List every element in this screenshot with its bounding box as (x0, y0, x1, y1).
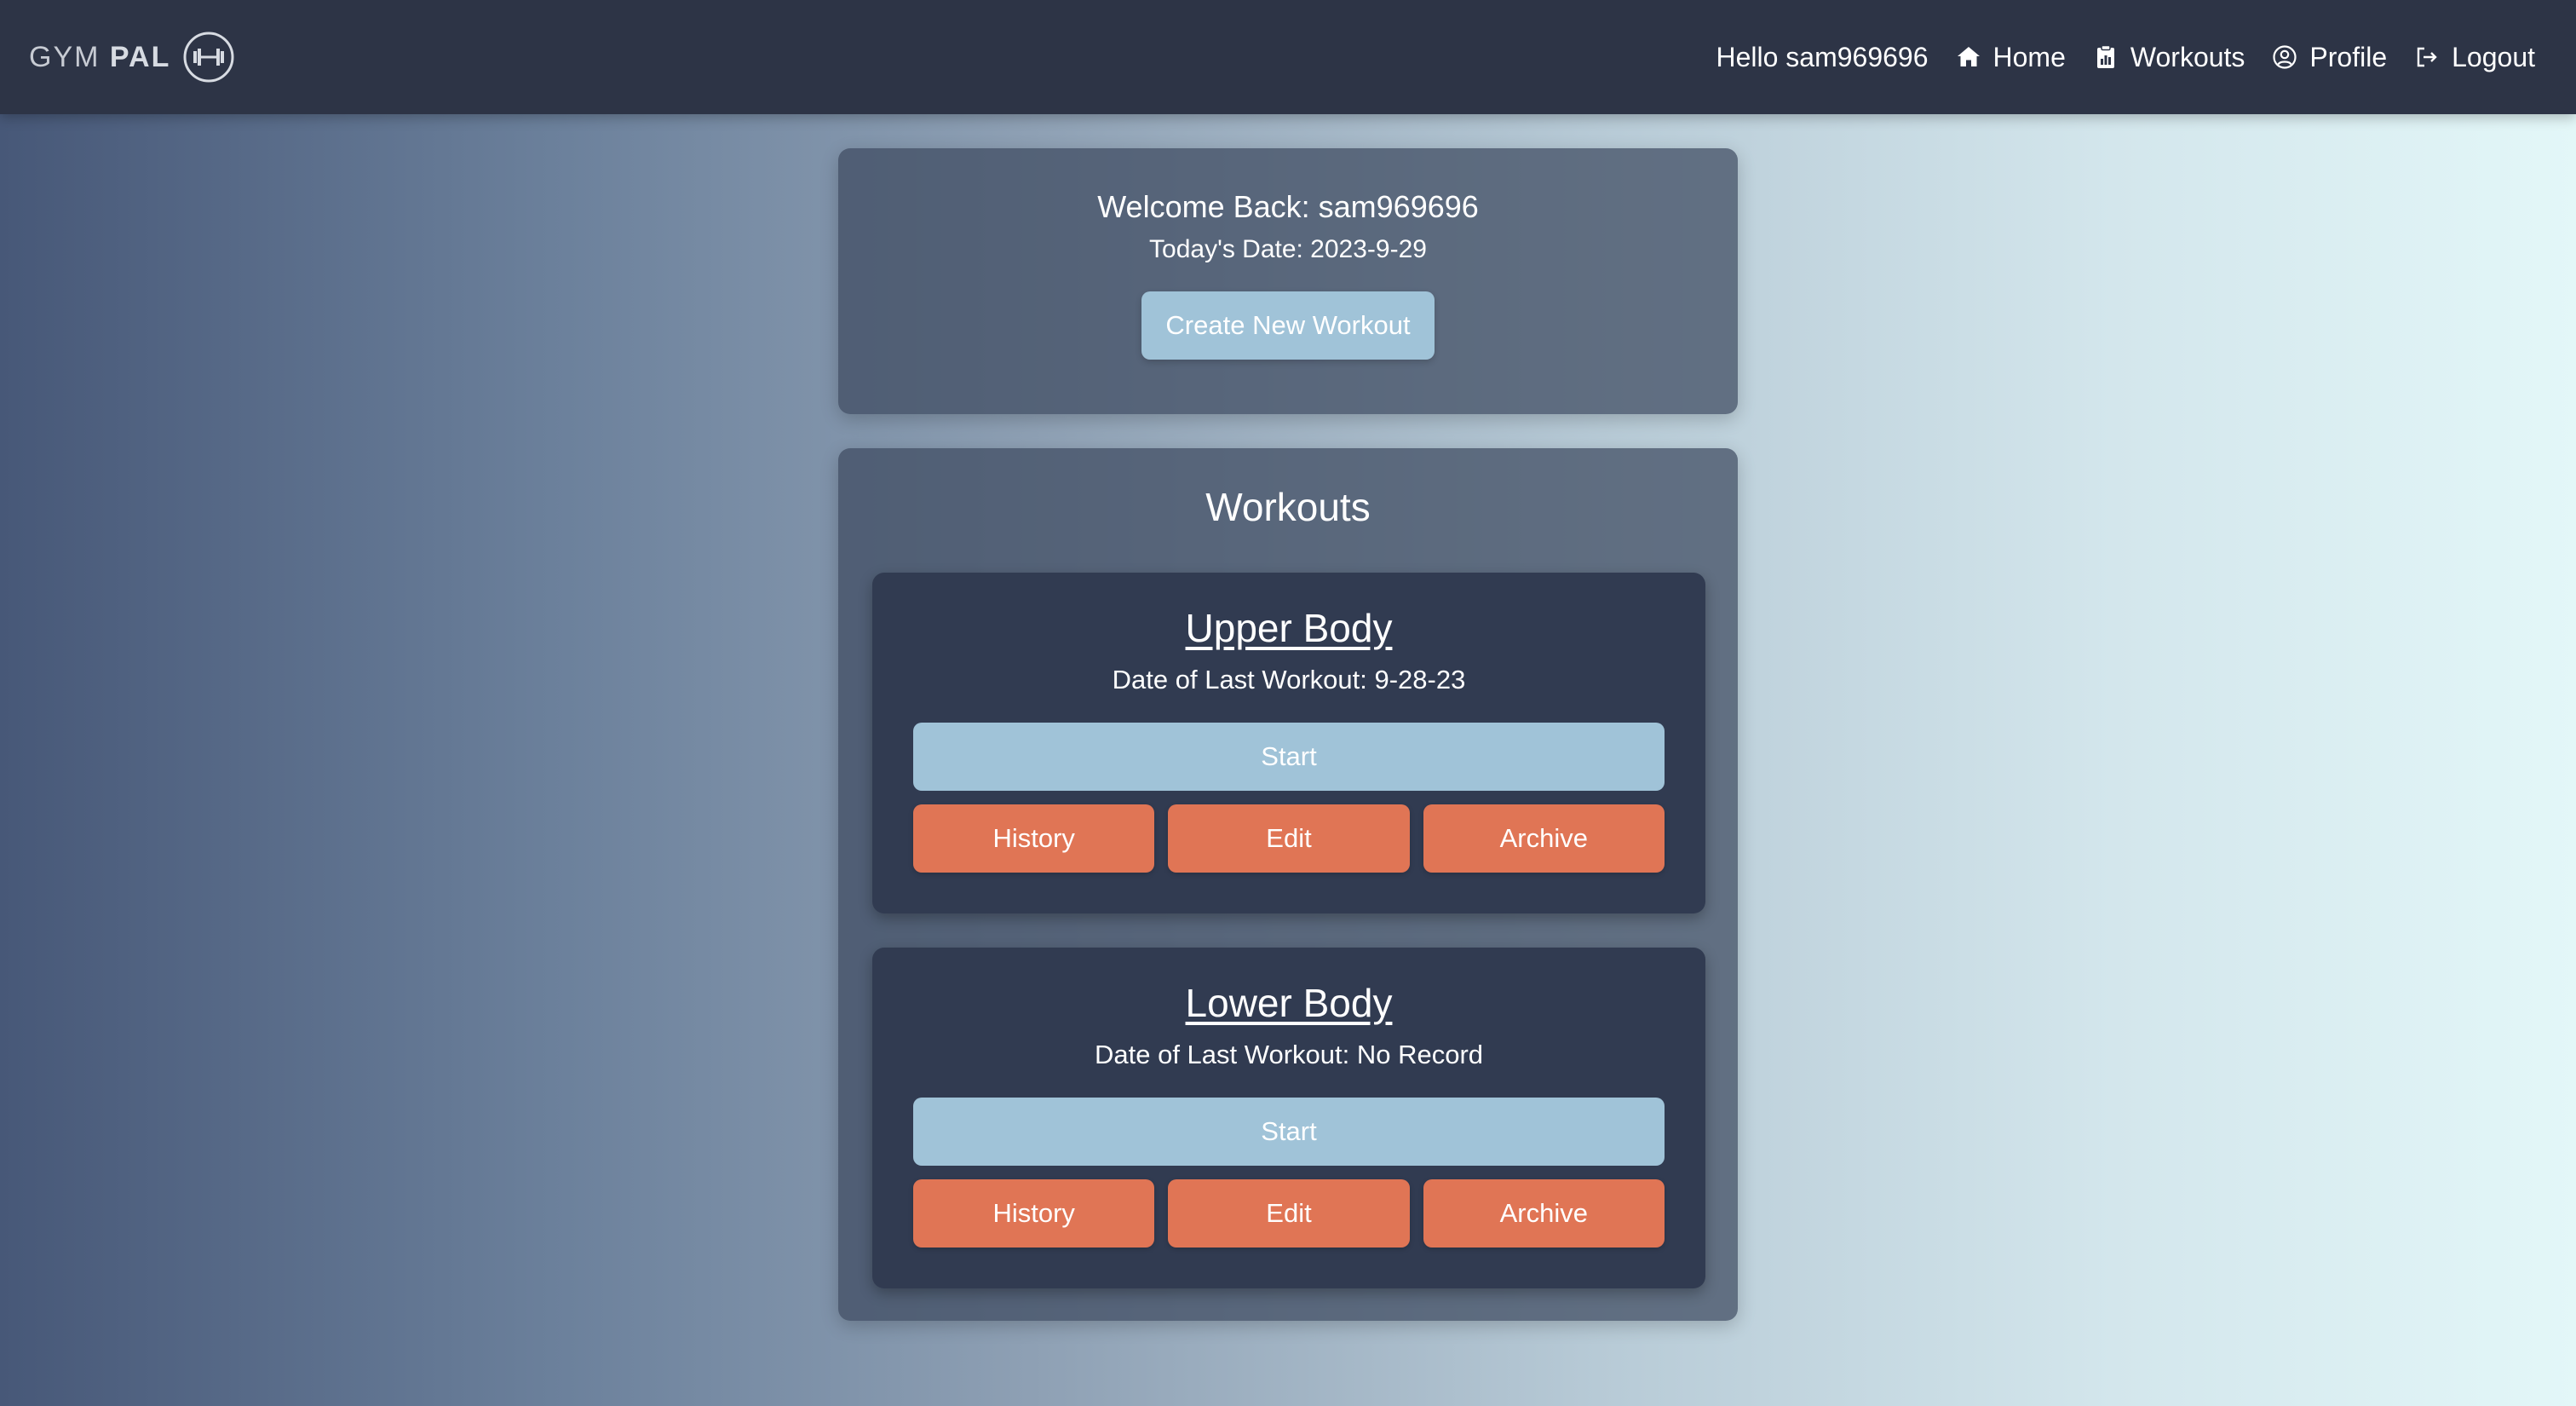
todays-date: Today's Date: 2023-9-29 (1149, 235, 1427, 263)
workout-name-link[interactable]: Upper Body (872, 605, 1705, 651)
archive-button[interactable]: Archive (1423, 804, 1665, 873)
nav-item-profile[interactable]: Profile (2272, 42, 2387, 73)
workout-card: Upper Body Date of Last Workout: 9-28-23… (872, 573, 1705, 913)
workouts-panel: Workouts Upper Body Date of Last Workout… (838, 448, 1738, 1321)
dumbbell-circle-icon (182, 31, 235, 84)
archive-button[interactable]: Archive (1423, 1179, 1665, 1248)
nav-menu: Hello sam969696 Home Workouts Profile Lo… (1716, 42, 2535, 73)
workout-actions: History Edit Archive (913, 1179, 1665, 1248)
welcome-panel: Welcome Back: sam969696 Today's Date: 20… (838, 148, 1738, 414)
nav-item-logout-label: Logout (2452, 41, 2535, 72)
edit-button[interactable]: Edit (1168, 804, 1410, 873)
nav-greeting: Hello sam969696 (1716, 41, 1929, 72)
nav-item-workouts-label: Workouts (2130, 41, 2245, 72)
workout-card: Lower Body Date of Last Workout: No Reco… (872, 948, 1705, 1288)
clipboard-icon (2093, 44, 2119, 70)
workout-last-date: Date of Last Workout: 9-28-23 (1112, 665, 1466, 694)
workouts-heading: Workouts (1205, 485, 1371, 529)
workout-name-link[interactable]: Lower Body (872, 980, 1705, 1026)
brand-name-bold: PAL (109, 40, 171, 73)
workout-last-date: Date of Last Workout: No Record (1094, 1040, 1484, 1069)
start-workout-button[interactable]: Start (913, 1098, 1665, 1166)
user-circle-icon (2272, 44, 2297, 70)
brand-logo-link[interactable]: GYM PAL (29, 31, 235, 84)
start-workout-button[interactable]: Start (913, 723, 1665, 791)
nav-item-home-label: Home (1992, 41, 2066, 72)
nav-item-logout[interactable]: Logout (2414, 42, 2535, 73)
brand-name-light: GYM (29, 40, 101, 73)
workout-actions: History Edit Archive (913, 804, 1665, 873)
logout-icon (2414, 44, 2440, 70)
history-button[interactable]: History (913, 1179, 1155, 1248)
home-icon (1956, 44, 1981, 70)
history-button[interactable]: History (913, 804, 1155, 873)
top-navbar: GYM PAL Hello sam969696 Home Workouts Pr… (0, 0, 2576, 114)
brand-name: GYM PAL (29, 41, 170, 74)
nav-item-home[interactable]: Home (1956, 42, 2066, 73)
create-new-workout-button[interactable]: Create New Workout (1141, 291, 1435, 360)
welcome-title: Welcome Back: sam969696 (1097, 189, 1479, 224)
nav-item-workouts[interactable]: Workouts (2093, 42, 2245, 73)
edit-button[interactable]: Edit (1168, 1179, 1410, 1248)
nav-item-profile-label: Profile (2309, 41, 2388, 72)
